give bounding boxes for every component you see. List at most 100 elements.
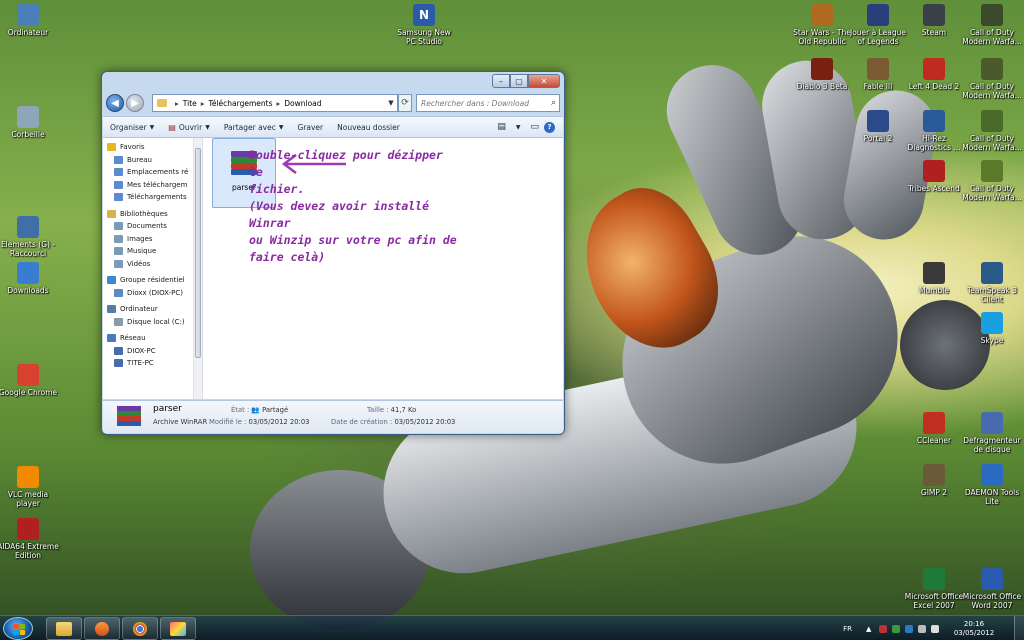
- close-button[interactable]: ✕: [528, 74, 560, 88]
- desktop-icon[interactable]: Diablo 3 Beta: [790, 58, 854, 91]
- volume-icon[interactable]: [931, 624, 939, 633]
- desktop-icon[interactable]: Corbeille: [0, 106, 60, 139]
- nav-item[interactable]: Emplacements ré: [107, 166, 193, 179]
- system-tray: FR ▲ 20:16 03/05/2012: [843, 616, 1024, 640]
- desktop-icon[interactable]: Google Chrome: [0, 364, 60, 397]
- refresh-icon[interactable]: ⟳: [398, 94, 412, 112]
- burn-button[interactable]: Graver: [290, 117, 330, 137]
- nav-item[interactable]: TITE-PC: [107, 357, 193, 370]
- desktop-icon[interactable]: TeamSpeak 3 Client: [960, 262, 1024, 304]
- desktop-icon[interactable]: Call of Duty Modern Warfa...: [960, 58, 1024, 100]
- taskbar-explorer[interactable]: [46, 617, 82, 640]
- minimize-button[interactable]: –: [492, 74, 510, 88]
- breadcrumb-download[interactable]: Download: [284, 99, 321, 108]
- new-folder-button[interactable]: Nouveau dossier: [330, 117, 407, 137]
- nav-item[interactable]: Mes téléchargem: [107, 179, 193, 192]
- media-player-icon: [95, 621, 109, 636]
- tray-app-icon[interactable]: [905, 624, 913, 633]
- view-options-icon[interactable]: ▤: [497, 122, 506, 132]
- nav-group-libraries[interactable]: Bibliothèques: [107, 208, 193, 221]
- nav-group-homegroup[interactable]: Groupe résidentiel: [107, 274, 193, 287]
- desktop-icon[interactable]: Tribes Ascend: [902, 160, 966, 193]
- nav-item[interactable]: Images: [107, 233, 193, 246]
- navigation-bar: ◀ ▶ ▸ Tite ▸ Téléchargements ▸ Download …: [106, 92, 560, 114]
- desktop-icon[interactable]: Star Wars - The Old Republic: [790, 4, 854, 46]
- desktop-icon[interactable]: Mumble: [902, 262, 966, 295]
- breadcrumb-tite[interactable]: Tite: [183, 99, 197, 108]
- nav-scrollbar[interactable]: [193, 138, 202, 399]
- address-bar[interactable]: ▸ Tite ▸ Téléchargements ▸ Download ▼: [152, 94, 398, 112]
- desktop-icon[interactable]: Skype: [960, 312, 1024, 345]
- ccleaner-icon: [923, 412, 945, 434]
- desktop-icon[interactable]: Portal 2: [846, 110, 910, 143]
- desktop-icon[interactable]: DAEMON Tools Lite: [960, 464, 1024, 506]
- desktop-icon[interactable]: Microsoft Office Word 2007: [960, 568, 1024, 610]
- help-icon[interactable]: ?: [544, 121, 555, 133]
- desktop-icon[interactable]: CCleaner: [902, 412, 966, 445]
- details-file-name: parser: [153, 404, 182, 414]
- language-indicator[interactable]: FR: [843, 625, 852, 633]
- desktop-icon[interactable]: Left 4 Dead 2: [902, 58, 966, 91]
- tray-app-icon[interactable]: [892, 624, 900, 633]
- scrollbar-thumb[interactable]: [195, 148, 201, 358]
- maximize-button[interactable]: ▢: [510, 74, 528, 88]
- library-icon: [107, 209, 116, 218]
- tribes-icon: [923, 160, 945, 182]
- desktop-icon[interactable]: Hi-Rez Diagnostics ...: [902, 110, 966, 152]
- desktop-icon[interactable]: Steam: [902, 4, 966, 37]
- desktop-icon[interactable]: AIDA64 Extreme Edition: [0, 518, 60, 560]
- open-button[interactable]: ▤ Ouvrir ▼: [161, 117, 217, 137]
- desktop-icon[interactable]: GIMP 2: [902, 464, 966, 497]
- nav-item[interactable]: Disque local (C:): [107, 316, 193, 329]
- details-file-type: Archive WinRAR: [153, 418, 208, 426]
- desktop-icon[interactable]: Jouer à League of Legends: [846, 4, 910, 46]
- desktop-icon[interactable]: Call of Duty Modern Warfa...: [960, 4, 1024, 46]
- tray-app-icon[interactable]: [879, 624, 887, 633]
- desktop-icon[interactable]: Ordinateur: [0, 4, 60, 37]
- desktop-icon-label: Call of Duty Modern Warfa...: [962, 134, 1022, 152]
- nav-item[interactable]: Téléchargements: [107, 191, 193, 204]
- nav-group-favorites[interactable]: Favoris: [107, 141, 193, 154]
- desktop-icon-label: Downloads: [7, 286, 49, 295]
- desktop-icon-label: Call of Duty Modern Warfa...: [962, 28, 1022, 46]
- preview-pane-icon[interactable]: ▭: [530, 122, 539, 132]
- taskbar-media-player[interactable]: [84, 617, 120, 640]
- desktop-icon[interactable]: Defragmenteur de disque: [960, 412, 1024, 454]
- desktop-icon-samsung[interactable]: N Samsung New PC Studio: [392, 4, 456, 46]
- share-button[interactable]: Partager avec ▼: [217, 117, 291, 137]
- network-icon[interactable]: [918, 624, 926, 633]
- address-dropdown-icon[interactable]: ▼: [385, 99, 397, 107]
- desktop-icon[interactable]: Microsoft Office Excel 2007: [902, 568, 966, 610]
- breadcrumb-telechargements[interactable]: Téléchargements: [209, 99, 273, 108]
- desktop-icon[interactable]: Elements (G) - Raccourci: [0, 216, 60, 258]
- desktop-icon[interactable]: Fable III: [846, 58, 910, 91]
- chevron-down-icon[interactable]: ▼: [516, 124, 521, 131]
- nav-item[interactable]: Dioxx (DIOX-PC): [107, 287, 193, 300]
- organize-button[interactable]: Organiser ▼: [103, 117, 161, 137]
- taskbar-paint[interactable]: [160, 617, 196, 640]
- search-icon[interactable]: ⌕: [551, 98, 556, 108]
- paint-icon: [170, 621, 186, 636]
- taskbar-chrome[interactable]: [122, 617, 158, 640]
- nav-group-computer[interactable]: Ordinateur: [107, 303, 193, 316]
- clock[interactable]: 20:16 03/05/2012: [944, 620, 1004, 638]
- desktop-icon-label: Microsoft Office Word 2007: [962, 592, 1022, 610]
- desktop-icon[interactable]: VLC media player: [0, 466, 60, 508]
- start-button[interactable]: [3, 617, 33, 640]
- nav-group-network[interactable]: Réseau: [107, 332, 193, 345]
- desktop-icon[interactable]: Call of Duty Modern Warfa...: [960, 110, 1024, 152]
- nav-item[interactable]: Bureau: [107, 154, 193, 167]
- desktop-icon[interactable]: Downloads: [0, 262, 60, 295]
- nav-item[interactable]: Documents: [107, 220, 193, 233]
- forward-arrow-icon[interactable]: ▶: [126, 94, 144, 112]
- back-arrow-icon[interactable]: ◀: [106, 94, 124, 112]
- nav-item[interactable]: Musique: [107, 245, 193, 258]
- show-desktop-button[interactable]: [1014, 616, 1024, 640]
- desktop-icon[interactable]: Call of Duty Modern Warfa...: [960, 160, 1024, 202]
- tray-arrow-icon[interactable]: ▲: [866, 625, 874, 633]
- nav-item[interactable]: Vidéos: [107, 258, 193, 271]
- nav-item[interactable]: DIOX-PC: [107, 345, 193, 358]
- search-input[interactable]: Rechercher dans : Download ⌕: [416, 94, 560, 112]
- vlc-icon: [17, 466, 39, 488]
- samsung-pc-studio-icon: N: [413, 4, 435, 26]
